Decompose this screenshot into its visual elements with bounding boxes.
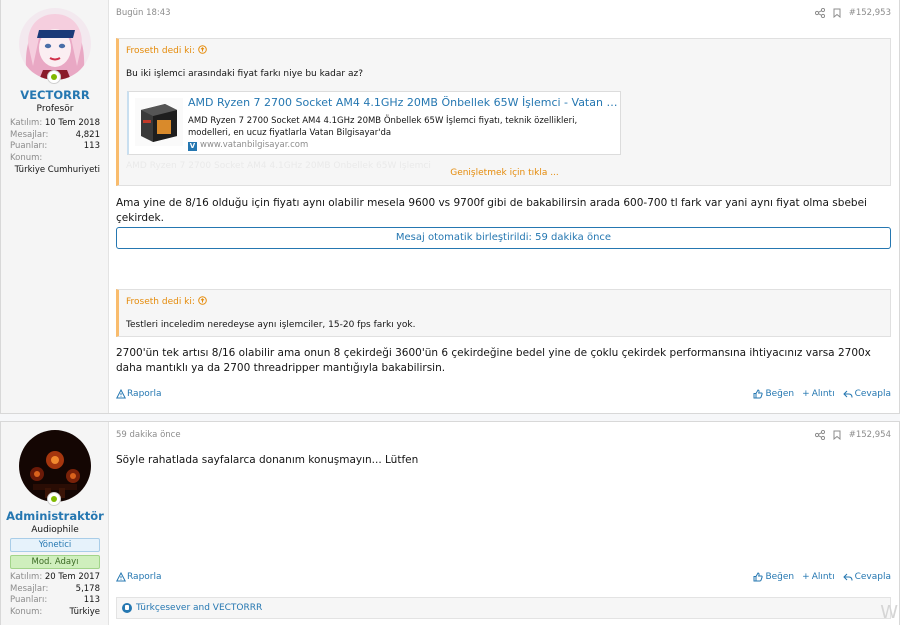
quote-author-2[interactable]: Froseth dedi ki: [126, 296, 207, 307]
stat-messages: Mesajlar: 4,821 [10, 129, 100, 140]
reply-arrow-icon [842, 573, 853, 581]
user-title: Profesör [36, 104, 74, 114]
reply-button[interactable]: Cevapla [842, 572, 891, 582]
message-text: Ama yine de 8/16 olduğu için fiyatı aynı… [116, 197, 867, 224]
message-actions: Beğen + Alıntı Cevapla [753, 572, 891, 582]
share-icon[interactable] [814, 8, 825, 18]
user-title: Audiophile [31, 525, 79, 535]
merge-notice: Mesaj otomatik birleştirildi: 59 dakika … [116, 227, 891, 249]
user-cell: VECTORRR Profesör Katılım: 10 Tem 2018 Me… [1, 0, 109, 413]
message-text-2: 2700'ün tek artısı 8/16 olabilir ama onu… [116, 347, 871, 374]
report-link[interactable]: Raporla [116, 389, 162, 399]
user-stats: Katılım: 20 Tem 2017 Mesajlar: 5,178 Puanl… [10, 572, 100, 618]
message-tools: #152,953 [814, 8, 891, 18]
embed-description: AMD Ryzen 7 2700 Socket AM4 4.1GHz 20MB … [188, 116, 578, 138]
post-date[interactable]: 59 dakika önce [116, 430, 181, 440]
post-152954: Administraktör Audiophile Yönetici Mod. … [0, 421, 900, 625]
stat-joined: Katılım: 10 Tem 2018 [10, 118, 100, 128]
reply-button[interactable]: Cevapla [842, 389, 891, 399]
online-status-icon [47, 492, 61, 506]
stat-points: Puanları: 113 [10, 141, 100, 151]
quote-text: Bu iki işlemci arasındaki fiyat farkı ni… [126, 69, 363, 79]
plus-icon: + [802, 572, 810, 582]
warning-icon [116, 572, 126, 582]
post-number[interactable]: #152,954 [849, 430, 891, 440]
report-link[interactable]: Raporla [116, 572, 162, 582]
quote-button[interactable]: + Alıntı [802, 572, 834, 582]
site-favicon-icon: V [188, 142, 197, 151]
quote-author[interactable]: Froseth dedi ki: [126, 45, 207, 56]
likes-list[interactable]: Türkçesever and VECTORRR [136, 598, 262, 618]
bookmark-icon[interactable] [833, 430, 841, 440]
stat-points: Puanları: 113 [10, 595, 100, 605]
quote-block: Froseth dedi ki: Bu iki işlemci arasında… [116, 38, 891, 186]
message-tools: #152,954 [814, 430, 891, 440]
stat-messages: Mesajlar: 5,178 [10, 583, 100, 594]
quote-button[interactable]: + Alıntı [802, 389, 834, 399]
reply-arrow-icon [842, 390, 853, 398]
quote-text-2: Testleri inceledim neredeyse aynı işlemc… [126, 320, 416, 330]
role-banner-admin: Yönetici [10, 538, 100, 552]
stat-location: Konum: Türkiye [10, 606, 100, 617]
plus-icon: + [802, 389, 810, 399]
quote-block-2: Froseth dedi ki: Testleri inceledim nere… [116, 289, 891, 337]
username[interactable]: VECTORRR [1, 88, 109, 102]
embed-thumbnail [135, 98, 183, 146]
link-embed[interactable]: AMD Ryzen 7 2700 Socket AM4 4.1GHz 20MB … [127, 91, 621, 155]
share-icon[interactable] [814, 430, 825, 440]
message-cell: Bugün 18:43 #152,953 Froseth dedi ki: Bu… [109, 0, 899, 413]
message-header: 59 dakika önce #152,954 [116, 430, 891, 444]
message-text: Söyle rahatlada sayfalarca donanım konuş… [116, 454, 419, 466]
message-footer: Raporla Beğen + Alıntı Cevapla [116, 572, 891, 586]
post-number[interactable]: #152,953 [849, 8, 891, 18]
jump-up-icon[interactable] [197, 296, 207, 305]
embed-domain[interactable]: Vwww.vatanbilgisayar.com [188, 140, 308, 151]
username[interactable]: Administraktör [1, 509, 109, 523]
like-button[interactable]: Beğen [753, 389, 794, 399]
online-status-icon [47, 70, 61, 84]
expand-quote-link[interactable]: Genişletmek için tıkla ... [119, 168, 890, 178]
stat-location: Konum: [10, 152, 43, 163]
thumbs-up-icon [753, 389, 764, 399]
user-stats: Katılım: 10 Tem 2018 Mesajlar: 4,821 Puanl… [10, 118, 100, 176]
stat-joined: Katılım: 20 Tem 2017 [10, 572, 100, 582]
post-date[interactable]: Bugün 18:43 [116, 8, 171, 18]
post-152953: VECTORRR Profesör Katılım: 10 Tem 2018 Me… [0, 0, 900, 414]
bookmark-icon[interactable] [833, 8, 841, 18]
stat-location-value: Türkiye Cumhuriyeti [14, 165, 100, 175]
watermark: W [880, 602, 898, 623]
likes-bar[interactable]: Türkçesever and VECTORRR [116, 597, 891, 619]
cpu-box-icon [141, 104, 177, 142]
message-footer: Raporla Beğen + Alıntı Cevapla [116, 389, 891, 403]
user-cell: Administraktör Audiophile Yönetici Mod. … [1, 422, 109, 625]
thumbs-up-icon [753, 572, 764, 582]
message-actions: Beğen + Alıntı Cevapla [753, 389, 891, 399]
jump-up-icon[interactable] [197, 45, 207, 54]
role-banner-mod-candidate: Mod. Adayı [10, 555, 100, 569]
like-button[interactable]: Beğen [753, 572, 794, 582]
like-reaction-icon [122, 603, 132, 613]
message-cell: 59 dakika önce #152,954 Söyle rahatlada … [109, 422, 899, 625]
message-header: Bugün 18:43 #152,953 [116, 8, 891, 22]
embed-title[interactable]: AMD Ryzen 7 2700 Socket AM4 4.1GHz 20MB … [188, 96, 618, 109]
warning-icon [116, 389, 126, 399]
